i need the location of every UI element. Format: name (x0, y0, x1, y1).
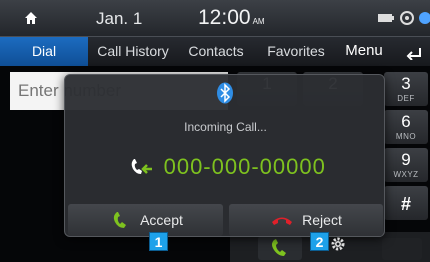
tab-bar: Dial Call History Contacts Favorites Men… (0, 36, 430, 66)
bluetooth-icon (217, 82, 233, 104)
tab-dial[interactable]: Dial (0, 37, 88, 66)
status-clock: 12:00 AM (198, 6, 265, 30)
call-button[interactable] (258, 236, 302, 260)
incoming-call-message: Incoming Call... (184, 120, 267, 134)
phone-accept-icon (113, 212, 127, 228)
incoming-call-icon (131, 159, 153, 174)
gear-icon (331, 237, 345, 251)
key-hash[interactable]: # (384, 186, 428, 220)
marker-2: 2 (310, 232, 329, 251)
key-9[interactable]: 9 WXYZ (384, 148, 428, 182)
key-digit: 3 (401, 74, 411, 93)
caller-number: 000-000-00000 (163, 154, 326, 179)
menu-button[interactable]: Menu (338, 37, 390, 66)
phone-screen: Jan. 1 12:00 AM Dial Call History Contact… (0, 0, 430, 262)
key-letters: WXYZ (393, 170, 419, 179)
accept-label: Accept (140, 212, 183, 228)
home-icon (25, 12, 37, 24)
back-arrow-icon (406, 47, 421, 60)
reject-button[interactable]: Reject (229, 204, 383, 236)
key-letters: MNO (395, 132, 417, 141)
home-button[interactable] (0, 0, 62, 36)
accept-button[interactable]: Accept (68, 204, 223, 236)
key-digit: 9 (401, 150, 411, 169)
key-3[interactable]: 3 DEF (384, 72, 428, 106)
marker-1: 1 (149, 232, 168, 251)
back-button[interactable] (398, 37, 430, 66)
status-icons (378, 11, 430, 25)
status-bar: Jan. 1 12:00 AM (0, 0, 430, 36)
clock-time: 12:00 (198, 6, 251, 29)
key-digit: 6 (401, 112, 411, 131)
caller-row: 000-000-00000 (65, 154, 386, 180)
tab-call-history[interactable]: Call History (88, 37, 178, 66)
clock-ampm: AM (252, 17, 265, 26)
bluetooth-status-icon (419, 12, 430, 24)
tab-favorites[interactable]: Favorites (254, 37, 338, 66)
key-digit: # (400, 194, 411, 214)
battery-icon (378, 14, 392, 22)
key-letters: DEF (397, 94, 415, 103)
phone-accept-icon (272, 239, 286, 256)
phone-reject-icon (272, 217, 293, 225)
status-date: Jan. 1 (96, 9, 143, 28)
key-6[interactable]: 6 MNO (384, 110, 428, 144)
reject-label: Reject (302, 212, 342, 228)
delete-button[interactable] (382, 238, 422, 260)
incoming-call-popup: Incoming Call... 000-000-00000 Accept Re… (64, 74, 385, 237)
tab-contacts[interactable]: Contacts (178, 37, 254, 66)
